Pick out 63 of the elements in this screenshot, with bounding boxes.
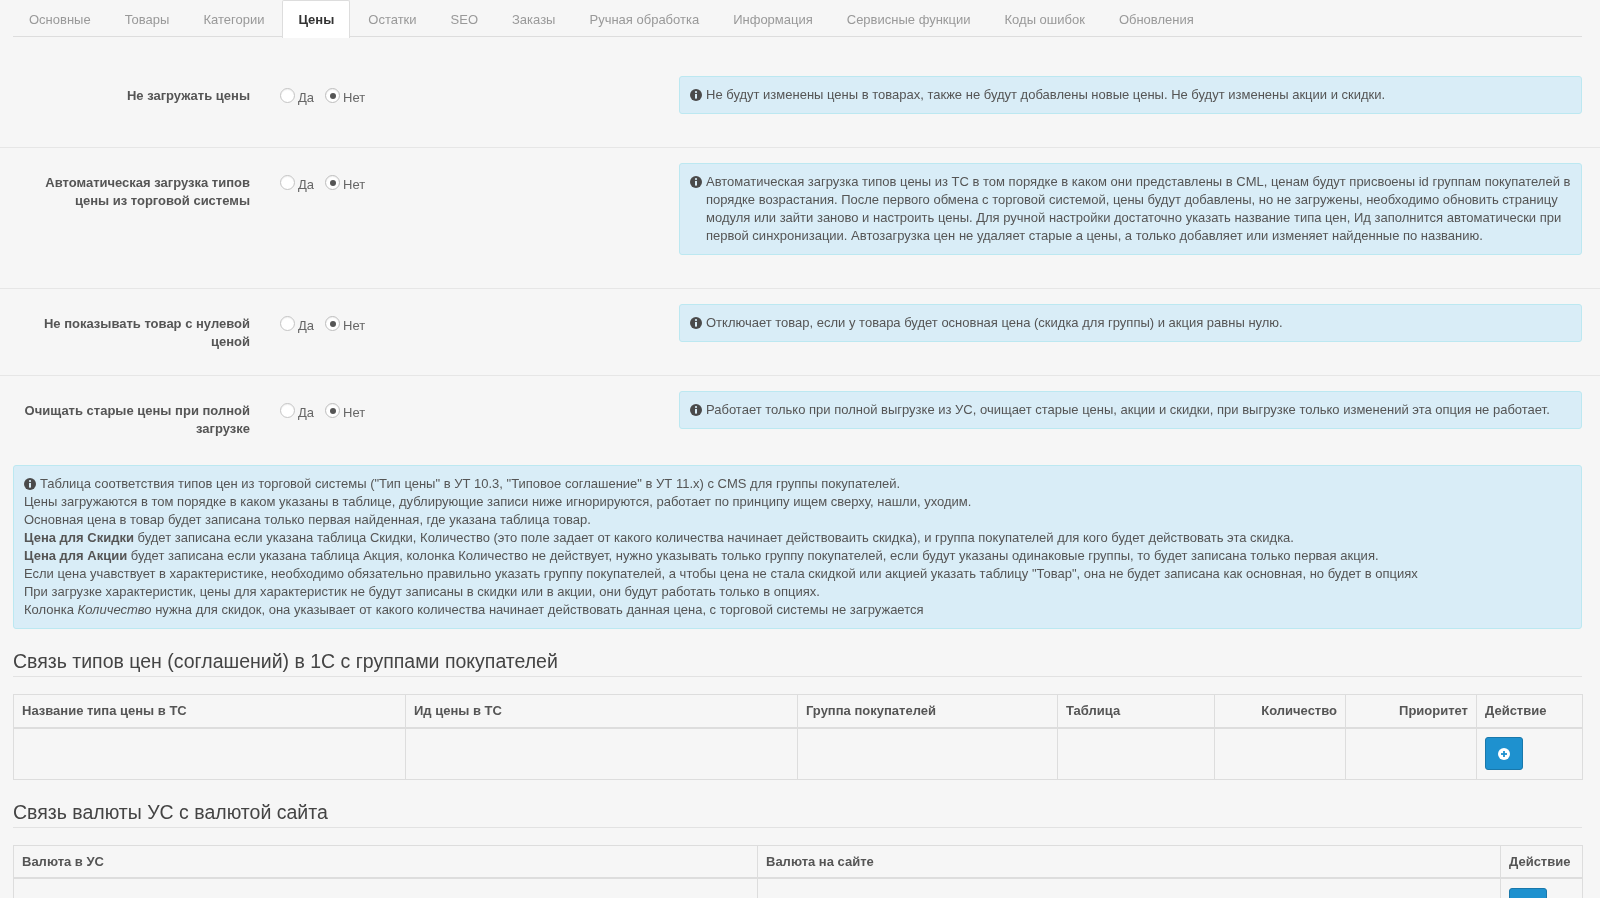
- tab[interactable]: SEO: [434, 0, 494, 37]
- tab[interactable]: Основные: [13, 0, 107, 37]
- info-text: Автоматическая загрузка типов цены из ТС в том порядке в каком они представлены в CML, ценам будут присвоены id группам покупателей в порядке возрастания. После первого обмена с торговой системой, цены будут добавлены, но не загружены, необходимо обновить страницу модуля или зайти заново и настроить цены. Для ручной настройки достаточно указать название типа цен, Ид заполнится автоматически при первой синхронизации. Автозагрузка цен не удаляет старые а цены, а только добавляет или изменяет найденные по названию.: [706, 173, 1571, 245]
- notice-text: Цена для Скидки будет записана если указана таблица Скидки, Количество (это поле задает от какого количества начинает действоваить скидка), и группа покупателей для кого будет действовать эта скидка.: [24, 529, 1294, 547]
- tab[interactable]: Заказы: [496, 0, 572, 37]
- radio-label[interactable]: Нет: [343, 87, 366, 106]
- info-icon: [24, 478, 36, 490]
- radio-button[interactable]: [280, 403, 295, 418]
- tab[interactable]: Категории: [187, 0, 281, 37]
- radio-button[interactable]: [325, 88, 341, 103]
- radio-label[interactable]: Да: [298, 315, 315, 334]
- radio-label[interactable]: Да: [298, 174, 315, 193]
- radio-label[interactable]: Нет: [343, 174, 366, 193]
- column-header: Действие: [1500, 845, 1583, 878]
- radio-label[interactable]: Да: [298, 402, 315, 421]
- tab[interactable]: Сервисные функции: [830, 0, 987, 37]
- section-heading: Связь типов цен (соглашений) в 1С с группами покупателей: [13, 649, 1582, 677]
- notice-text: Если цена учавствует в характеристике, необходимо обязательно правильно указать группу покупателей, а чтобы цена не стала скидкой или акцией указать таблицу "Товар", она не будет записана как основная, но будет в опциях: [24, 565, 1418, 583]
- section-heading: Связь валюты УС с валютой сайта: [13, 799, 1582, 828]
- column-header: Группа покупателей: [797, 694, 1058, 728]
- column-header: Название типа цены в ТС: [13, 694, 406, 728]
- setting-label: Автоматическая загрузка типов цены из торговой системы: [44, 174, 250, 210]
- tab[interactable]: Обновления: [1102, 0, 1210, 37]
- info-icon: [690, 176, 702, 188]
- setting-label: Не загружать цены: [125, 87, 250, 105]
- tab[interactable]: Товары: [108, 0, 186, 37]
- info-icon: [690, 317, 702, 329]
- radio-button[interactable]: [325, 175, 341, 190]
- tab[interactable]: Коды ошибок: [988, 0, 1101, 37]
- notice-text: При загрузке характеристик, цены для характеристик не будут записаны в скидки или в акции, они будут работать только в опциях.: [24, 583, 820, 601]
- info-text: Не будут изменены цены в товарах, также не будут добавлены новые цены. Не будут изменены акции и скидки.: [706, 86, 1386, 104]
- setting-label: Не показывать товар с нулевой ценой: [42, 315, 250, 351]
- info-icon: [690, 404, 702, 416]
- tab[interactable]: Цены: [282, 0, 351, 38]
- plus-circle-icon: [1498, 747, 1510, 760]
- info-icon: [690, 89, 702, 101]
- column-header: Количество: [1214, 694, 1346, 728]
- column-header: Приоритет: [1345, 694, 1477, 728]
- tab[interactable]: Ручная обработка: [573, 0, 716, 37]
- column-header: Ид цены в ТС: [405, 694, 798, 728]
- radio-label[interactable]: Нет: [343, 402, 366, 421]
- setting-label: Очищать старые цены при полной загрузке: [23, 402, 250, 438]
- info-text: Отключает товар, если у товара будет основная цена (скидка для группы) и акция равны нулю.: [706, 314, 1283, 332]
- notice-text: Цены загружаются в том порядке в каком указаны в таблице, дублирующие записи ниже игнорируются, работает по принципу ищем сверху, нашли, уходим.: [24, 493, 972, 511]
- radio-label[interactable]: Нет: [343, 315, 366, 334]
- notice-text: Цена для Акции будет записана если указана таблица Акция, колонка Количество не действует, нужно указывать только группу покупателей, если будут указаны одинаковые группы, то будет записана только первая акция.: [24, 547, 1379, 565]
- column-header: Таблица: [1057, 694, 1215, 728]
- column-header: Действие: [1476, 694, 1583, 728]
- tab[interactable]: Информация: [717, 0, 829, 37]
- radio-label[interactable]: Да: [298, 87, 315, 106]
- radio-button[interactable]: [280, 316, 295, 331]
- radio-button[interactable]: [325, 403, 341, 418]
- add-button[interactable]: [1485, 737, 1523, 770]
- radio-button[interactable]: [280, 175, 295, 190]
- notice-text: Основная цена в товар будет записана только первая найденная, где указана таблица товар.: [24, 511, 591, 529]
- notice-text: Таблица соответствия типов цен из торговой системы ("Тип цены" в УТ 10.3, "Типовое соглашение" в УТ 11.x) с CMS для группы покупателей.: [40, 475, 901, 493]
- radio-button[interactable]: [325, 316, 341, 331]
- radio-button[interactable]: [280, 88, 295, 103]
- column-header: Валюта на сайте: [757, 845, 1501, 878]
- column-header: Валюта в УС: [13, 845, 758, 878]
- notice-text: Колонка Количество нужна для скидок, она указывает от какого количества начинает действовать данная цена, с торговой системы не загружается: [24, 601, 924, 619]
- info-text: Работает только при полной выгрузке из УС, очищает старые цены, акции и скидки, при выгрузке только изменений эта опция не работает.: [706, 401, 1550, 419]
- tab[interactable]: Остатки: [352, 0, 433, 37]
